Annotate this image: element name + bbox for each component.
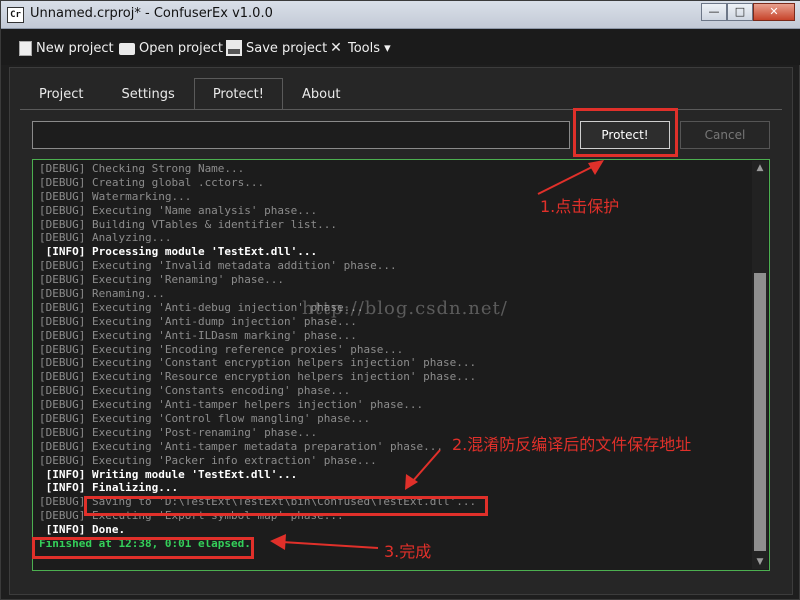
cancel-button[interactable]: Cancel [680,121,770,149]
log-line: [DEBUG] Executing 'Constant encryption h… [39,356,477,370]
save-disk-icon [226,40,242,56]
log-line: [DEBUG] Executing 'Control flow mangling… [39,412,371,426]
save-path-highlight-box [84,496,488,516]
minimize-button[interactable]: — [701,3,727,21]
log-line: [DEBUG] Executing 'Name analysis' phase.… [39,203,318,217]
new-project-label: New project [36,40,114,56]
toolbar: New project Open project Save project ✕ … [1,29,800,65]
scroll-thumb[interactable] [754,273,766,551]
log-line: [INFO] Finalizing... [39,481,179,495]
tools-icon: ✕ [330,40,342,56]
log-line: [INFO] Done. [39,523,126,537]
new-project-button[interactable]: New project [19,38,114,58]
window-title: Unnamed.crproj* - ConfuserEx v1.0.0 [30,6,273,21]
log-line: [DEBUG] Analyzing... [39,231,172,245]
log-line: [INFO] Writing module 'TestExt.dll'... [39,467,298,481]
log-line: [DEBUG] Executing 'Anti-tamper helpers i… [39,398,424,412]
log-line: [DEBUG] Executing 'Resource encryption h… [39,370,477,384]
log-lines: [DEBUG] Checking Strong Name... [DEBUG] C… [39,162,751,551]
log-line: [DEBUG] Executing 'Constants encoding' p… [39,384,351,398]
open-project-button[interactable]: Open project [119,38,223,58]
finished-highlight-box [32,537,254,559]
tools-menu[interactable]: ✕ Tools ▾ [328,38,391,58]
log-line: [DEBUG] Watermarking... [39,189,192,203]
tab-project[interactable]: Project [20,78,102,110]
scroll-down-arrow-icon[interactable]: ▼ [752,555,768,569]
open-project-label: Open project [139,40,223,56]
log-line: [DEBUG] Executing 'Invalid metadata addi… [39,259,397,273]
log-scrollbar[interactable]: ▲ ▼ [752,161,768,569]
save-project-label: Save project [246,40,328,56]
new-document-icon [19,40,32,56]
log-line: [DEBUG] Executing 'Encoding reference pr… [39,342,404,356]
tools-label: Tools ▾ [348,40,391,56]
folder-icon [119,43,135,55]
output-path-field[interactable] [32,121,570,149]
maximize-button[interactable]: □ [727,3,753,21]
log-line: [DEBUG] Building VTables & identifier li… [39,217,338,231]
close-button[interactable]: ✕ [753,3,795,21]
tab-about[interactable]: About [283,78,359,110]
annotation-click-protect: 1.点击保护 [540,197,620,216]
log-line: [DEBUG] Executing 'Renaming' phase... [39,273,285,287]
log-line: [DEBUG] Executing 'Anti-ILDasm marking' … [39,328,357,342]
tab-protect[interactable]: Protect! [193,78,283,110]
log-line: [DEBUG] Executing 'Packer info extractio… [39,453,377,467]
tab-strip: Project Settings Protect! About [20,78,359,110]
protect-highlight-box [573,108,678,157]
app-icon: Cr [7,7,24,23]
title-bar[interactable]: Cr Unnamed.crproj* - ConfuserEx v1.0.0 —… [1,1,800,29]
tab-settings[interactable]: Settings [102,78,193,110]
annotation-finished: 3.完成 [384,542,432,561]
annotation-output-path: 2.混淆防反编译后的文件保存地址 [452,435,692,454]
log-line: [INFO] Processing module 'TestExt.dll'..… [39,245,318,259]
scroll-up-arrow-icon[interactable]: ▲ [752,161,768,175]
log-line: [DEBUG] Creating global .cctors... [39,175,265,189]
log-line: [DEBUG] Checking Strong Name... [39,162,245,175]
watermark: http://blog.csdn.net/ [302,298,508,319]
save-project-button[interactable]: Save project [226,38,327,58]
